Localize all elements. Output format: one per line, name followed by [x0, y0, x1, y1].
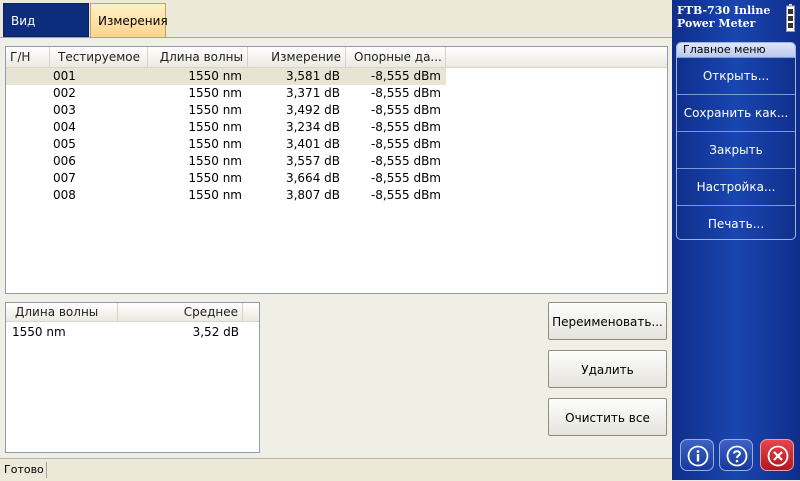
- row-id: 008: [53, 188, 76, 202]
- average-table[interactable]: Длина волны Среднее 1550 nm 3,52 dB: [5, 302, 260, 453]
- row-measurement: 3,581 dB: [285, 69, 340, 83]
- row-id: 004: [53, 120, 76, 134]
- row-id: 005: [53, 137, 76, 151]
- menu-item-open[interactable]: Открыть...: [677, 57, 795, 94]
- column-header-average[interactable]: Среднее: [118, 303, 243, 321]
- tab-device-view[interactable]: Вид прибора: [3, 3, 89, 62]
- row-reference: -8,555 dBm: [370, 188, 441, 202]
- row-wavelength: 1550 nm: [188, 137, 242, 151]
- row-reference: -8,555 dBm: [370, 86, 441, 100]
- row-measurement: 3,664 dB: [285, 171, 340, 185]
- row-id: 006: [53, 154, 76, 168]
- row-id: 001: [53, 69, 76, 83]
- app-title-line1: FTB-730 Inline: [677, 4, 771, 17]
- table-row[interactable]: 003 1550 nm 3,492 dB -8,555 dBm: [6, 102, 446, 119]
- info-icon: [687, 445, 709, 467]
- row-wavelength: 1550 nm: [188, 86, 242, 100]
- table-header: Г/Н Тестируемое Длина волны Измерение Оп…: [6, 47, 667, 68]
- average-wavelength: 1550 nm: [12, 325, 66, 339]
- tab-bar: Вид прибора Измерения: [0, 0, 672, 62]
- row-id: 002: [53, 86, 76, 100]
- average-table-header: Длина волны Среднее: [6, 303, 259, 322]
- row-wavelength: 1550 nm: [188, 69, 242, 83]
- row-wavelength: 1550 nm: [188, 103, 242, 117]
- row-measurement: 3,557 dB: [285, 154, 340, 168]
- menu-item-save-as[interactable]: Сохранить как...: [677, 94, 795, 131]
- column-header-gn[interactable]: Г/Н: [6, 47, 50, 67]
- column-header-wavelength[interactable]: Длина волны: [148, 47, 248, 67]
- clear-all-button[interactable]: Очистить все: [548, 398, 667, 436]
- table-row[interactable]: 001 1550 nm 3,581 dB -8,555 dBm: [6, 68, 446, 85]
- row-reference: -8,555 dBm: [370, 137, 441, 151]
- help-icon: [726, 445, 748, 467]
- average-value: 3,52 dB: [192, 325, 239, 339]
- table-row[interactable]: 006 1550 nm 3,557 dB -8,555 dBm: [6, 153, 446, 170]
- row-wavelength: 1550 nm: [188, 154, 242, 168]
- row-reference: -8,555 dBm: [370, 69, 441, 83]
- column-header-avg-wavelength[interactable]: Длина волны: [6, 303, 118, 321]
- row-measurement: 3,807 dB: [285, 188, 340, 202]
- main-menu: Главное меню Открыть... Сохранить как...…: [676, 42, 796, 240]
- tab-measurements[interactable]: Измерения: [90, 3, 168, 39]
- column-header-tested[interactable]: Тестируемое: [50, 47, 148, 67]
- table-row[interactable]: 007 1550 nm 3,664 dB -8,555 dBm: [6, 170, 446, 187]
- column-header-reference[interactable]: Опорные да...: [346, 47, 446, 67]
- help-button[interactable]: [719, 439, 753, 471]
- table-row[interactable]: 004 1550 nm 3,234 dB -8,555 dBm: [6, 119, 446, 136]
- rename-button[interactable]: Переименовать...: [548, 302, 667, 340]
- row-reference: -8,555 dBm: [370, 154, 441, 168]
- row-reference: -8,555 dBm: [370, 103, 441, 117]
- menu-item-close[interactable]: Закрыть: [677, 131, 795, 168]
- row-wavelength: 1550 nm: [188, 120, 242, 134]
- table-row[interactable]: 008 1550 nm 3,807 dB -8,555 dBm: [6, 187, 446, 204]
- close-icon: [767, 445, 789, 467]
- row-measurement: 3,492 dB: [285, 103, 340, 117]
- info-button[interactable]: [680, 439, 714, 471]
- row-reference: -8,555 dBm: [370, 120, 441, 134]
- row-id: 003: [53, 103, 76, 117]
- app-title: FTB-730 Inline Power Meter: [677, 4, 777, 30]
- row-measurement: 3,401 dB: [285, 137, 340, 151]
- row-measurement: 3,234 dB: [285, 120, 340, 134]
- status-bar: Готово: [0, 458, 672, 481]
- measurements-table[interactable]: Г/Н Тестируемое Длина волны Измерение Оп…: [5, 46, 668, 294]
- table-row[interactable]: 002 1550 nm 3,371 dB -8,555 dBm: [6, 85, 446, 102]
- row-reference: -8,555 dBm: [370, 171, 441, 185]
- exit-button[interactable]: [760, 439, 794, 471]
- main-menu-title: Главное меню: [677, 43, 795, 57]
- row-measurement: 3,371 dB: [285, 86, 340, 100]
- table-row[interactable]: 005 1550 nm 3,401 dB -8,555 dBm: [6, 136, 446, 153]
- average-row[interactable]: 1550 nm 3,52 dB: [6, 324, 246, 341]
- row-wavelength: 1550 nm: [188, 188, 242, 202]
- delete-button[interactable]: Удалить: [548, 350, 667, 388]
- column-header-measurement[interactable]: Измерение: [248, 47, 346, 67]
- battery-icon: [786, 4, 795, 32]
- status-divider: [46, 462, 47, 478]
- menu-item-print[interactable]: Печать...: [677, 205, 795, 239]
- row-wavelength: 1550 nm: [188, 171, 242, 185]
- menu-item-settings[interactable]: Настройка...: [677, 168, 795, 205]
- app-title-line2: Power Meter: [677, 17, 756, 30]
- status-text: Готово: [4, 463, 44, 476]
- row-id: 007: [53, 171, 76, 185]
